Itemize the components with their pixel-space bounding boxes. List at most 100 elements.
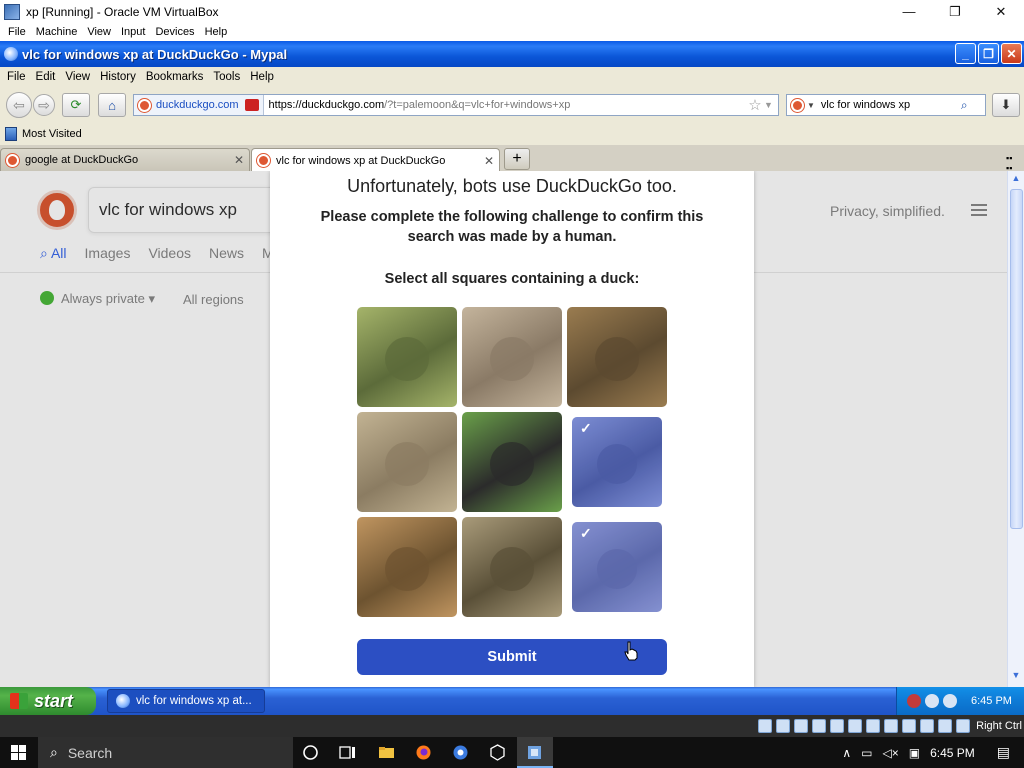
mouse-integration-icon[interactable] — [902, 719, 917, 733]
windows-search-box[interactable]: ⌕ Search — [38, 737, 293, 768]
vbox-menu-help[interactable]: Help — [205, 26, 228, 38]
host-key-label: Right Ctrl — [976, 720, 1022, 732]
network-icon[interactable] — [925, 694, 939, 708]
browser-titlebar: vlc for windows xp at DuckDuckGo - Mypal… — [0, 41, 1024, 67]
back-arrow-icon[interactable]: ⇦ — [6, 92, 32, 118]
vbox-close-button[interactable]: ✕ — [978, 0, 1024, 23]
tab-close-icon[interactable]: ✕ — [484, 154, 494, 168]
browser-close-button[interactable]: ✕ — [1001, 43, 1022, 64]
shared-folder-icon[interactable] — [848, 719, 863, 733]
menu-view[interactable]: View — [65, 71, 90, 83]
tab-list-icon[interactable]: ▪▪ ▪▪ — [1006, 153, 1018, 173]
keyboard-icon[interactable] — [920, 719, 935, 733]
tile-subject — [385, 442, 429, 486]
windows-start-button[interactable] — [0, 737, 36, 768]
bot-challenge-dialog: Unfortunately, bots use DuckDuckGo too. … — [270, 171, 754, 687]
vbox-menubar: File Machine View Input Devices Help — [0, 23, 1024, 41]
battery-icon[interactable]: ▣ — [909, 746, 920, 760]
windows-clock[interactable]: 6:45 PM — [930, 746, 975, 760]
display-icon[interactable] — [866, 719, 881, 733]
search-engine-dropdown-icon[interactable]: ▼ — [807, 101, 815, 110]
hard-disk-icon[interactable] — [758, 719, 773, 733]
vbox-menu-devices[interactable]: Devices — [155, 26, 194, 38]
forward-arrow-icon[interactable]: ⇨ — [33, 94, 55, 116]
taskbar-item-label: vlc for windows xp at... — [136, 695, 252, 707]
bookmark-most-visited[interactable]: Most Visited — [22, 128, 82, 140]
tab-google[interactable]: google at DuckDuckGo ✕ — [0, 148, 250, 171]
scroll-down-icon[interactable]: ▼ — [1010, 670, 1022, 684]
3d-box-icon[interactable] — [489, 744, 506, 761]
menu-tools[interactable]: Tools — [213, 71, 240, 83]
reload-icon[interactable]: ⟳ — [62, 93, 90, 117]
tab-vlc[interactable]: vlc for windows xp at DuckDuckGo ✕ — [251, 148, 500, 172]
task-view-icon[interactable] — [339, 744, 356, 761]
optical-drive-icon[interactable] — [776, 719, 791, 733]
xp-clock[interactable]: 6:45 PM — [971, 695, 1012, 707]
challenge-tile[interactable]: ✓ — [572, 417, 662, 507]
tile-subject — [385, 547, 429, 591]
challenge-tile[interactable] — [357, 517, 457, 617]
vbox-menu-file[interactable]: File — [8, 26, 26, 38]
vbox-menu-input[interactable]: Input — [121, 26, 145, 38]
arrow-icon[interactable] — [956, 719, 971, 733]
recording-icon[interactable] — [884, 719, 899, 733]
home-icon[interactable]: ⌂ — [98, 93, 126, 117]
xp-start-button[interactable]: start — [0, 687, 96, 715]
action-center-icon[interactable]: ▤ — [997, 744, 1010, 761]
network-icon[interactable]: ▭ — [861, 746, 872, 760]
menu-file[interactable]: File — [7, 71, 26, 83]
menu-help[interactable]: Help — [250, 71, 274, 83]
vbox-menu-view[interactable]: View — [87, 26, 111, 38]
cpu-icon[interactable] — [938, 719, 953, 733]
challenge-tile[interactable]: ✓ — [572, 522, 662, 612]
network-adapter-icon[interactable] — [812, 719, 827, 733]
firefox-icon[interactable] — [415, 744, 432, 761]
search-input[interactable] — [820, 99, 959, 111]
search-magnifier-icon[interactable]: ⌕ — [961, 98, 968, 113]
volume-icon[interactable] — [943, 694, 957, 708]
chevron-up-icon[interactable]: ∧ — [842, 746, 851, 760]
menu-bookmarks[interactable]: Bookmarks — [146, 71, 204, 83]
browser-restore-button[interactable]: ❐ — [978, 43, 999, 64]
challenge-tile[interactable] — [357, 412, 457, 512]
bookmark-star-icon[interactable]: ☆ — [746, 96, 764, 114]
audio-icon[interactable] — [794, 719, 809, 733]
cortana-icon[interactable] — [302, 744, 319, 761]
challenge-tile[interactable] — [462, 517, 562, 617]
vbox-menu-machine[interactable]: Machine — [36, 26, 78, 38]
challenge-tile[interactable] — [462, 412, 562, 512]
search-engine-icon[interactable] — [791, 98, 804, 112]
menu-history[interactable]: History — [100, 71, 136, 83]
scroll-up-icon[interactable]: ▲ — [1010, 173, 1022, 187]
vbox-maximize-button[interactable]: ❐ — [932, 0, 978, 23]
challenge-tile[interactable] — [567, 307, 667, 407]
download-icon[interactable]: ⬇ — [992, 93, 1020, 117]
browser-globe-icon[interactable] — [452, 744, 469, 761]
search-bar[interactable]: ▼ ⌕ — [786, 94, 986, 116]
submit-button[interactable]: Submit — [357, 639, 667, 675]
url-text[interactable]: https://duckduckgo.com/?t=palemoon&q=vlc… — [264, 99, 746, 111]
vbox-minimize-button[interactable]: — — [886, 0, 932, 23]
tab-close-icon[interactable]: ✕ — [234, 153, 244, 167]
volume-muted-icon[interactable]: ◁× — [882, 746, 898, 760]
scrollbar-thumb[interactable] — [1010, 189, 1023, 529]
addon-icon[interactable] — [244, 99, 259, 111]
address-bar[interactable]: duckduckgo.com https://duckduckgo.com/?t… — [133, 94, 779, 116]
tile-subject — [490, 442, 534, 486]
challenge-tile[interactable] — [357, 307, 457, 407]
usb-icon[interactable] — [830, 719, 845, 733]
menu-edit[interactable]: Edit — [36, 71, 56, 83]
security-shield-icon[interactable] — [907, 694, 921, 708]
virtualbox-taskbar-item[interactable] — [517, 737, 553, 768]
challenge-title: Unfortunately, bots use DuckDuckGo too. — [347, 176, 677, 196]
challenge-instruction: Select all squares containing a duck: — [384, 271, 640, 287]
file-explorer-icon[interactable] — [378, 744, 395, 761]
site-identity-button[interactable]: duckduckgo.com — [134, 95, 264, 115]
challenge-tile[interactable] — [462, 307, 562, 407]
vertical-scrollbar[interactable]: ▲ ▼ — [1007, 171, 1024, 687]
new-tab-button[interactable]: + — [504, 148, 530, 170]
browser-app-icon — [116, 694, 130, 708]
url-history-dropdown-icon[interactable]: ▼ — [764, 100, 778, 110]
browser-minimize-button[interactable]: _ — [955, 43, 976, 64]
xp-taskbar-item-browser[interactable]: vlc for windows xp at... — [107, 689, 265, 713]
